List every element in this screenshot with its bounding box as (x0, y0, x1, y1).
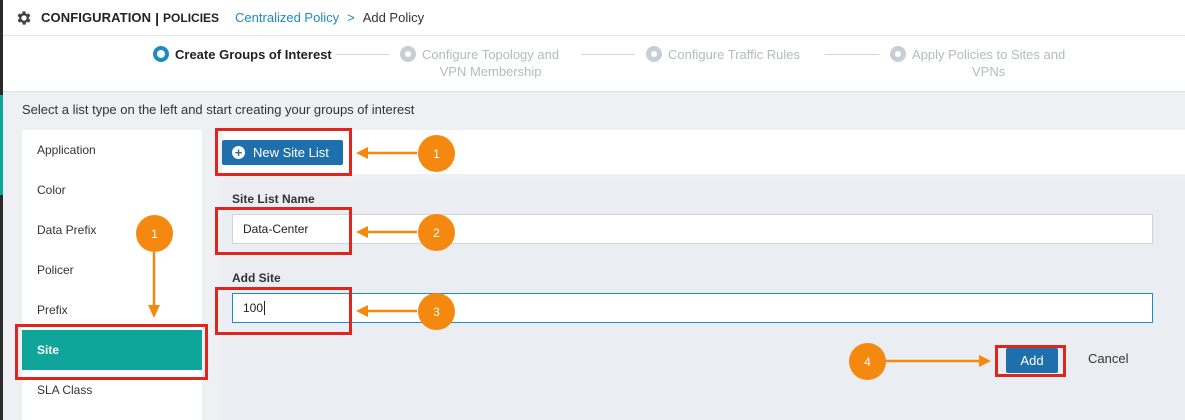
add-site-input[interactable]: 100 (232, 293, 1153, 323)
instruction-text: Select a list type on the left and start… (22, 102, 415, 117)
breadcrumb-current: Add Policy (362, 10, 425, 25)
highlight-add-button (995, 345, 1066, 377)
wizard-steps: Create Groups of Interest Configure Topo… (3, 36, 1185, 92)
add-site-label: Add Site (232, 271, 281, 285)
annotation-badge: 3 (418, 293, 455, 330)
highlight-add-site (215, 287, 352, 335)
breadcrumb-arrow: > (347, 10, 355, 25)
step-configure-traffic[interactable]: Configure Traffic Rules (646, 46, 800, 63)
sidebar-item-application[interactable]: Application (22, 130, 202, 170)
step-label-line2: VPNs (971, 64, 1006, 79)
step-create-groups[interactable]: Create Groups of Interest (153, 46, 332, 63)
highlight-sidebar-site (15, 324, 208, 380)
step-configure-topology[interactable]: Configure Topology and VPN Membership (400, 46, 559, 80)
step-connector (581, 54, 635, 55)
window-edge-accent (0, 95, 3, 195)
step-label: Apply Policies to Sites and (912, 47, 1066, 62)
annotation-badge: 4 (849, 343, 886, 380)
site-list-name-label: Site List Name (232, 192, 315, 206)
section-title: POLICIES (163, 10, 220, 25)
step-label: Create Groups of Interest (175, 47, 332, 62)
step-inactive-icon (400, 46, 416, 62)
step-connector (335, 54, 389, 55)
step-label: Configure Traffic Rules (668, 47, 800, 62)
step-label-group: Configure Topology and VPN Membership (422, 46, 559, 80)
step-label-line2: VPN Membership (439, 64, 542, 79)
step-apply-policies[interactable]: Apply Policies to Sites and VPNs (890, 46, 1065, 80)
breadcrumb-centralized-policy[interactable]: Centralized Policy (235, 10, 339, 25)
annotation-badge: 2 (418, 214, 455, 251)
highlight-new-site-list (215, 128, 352, 176)
annotation-badge: 1 (418, 135, 455, 172)
step-inactive-icon (890, 46, 906, 62)
gear-icon (17, 10, 31, 25)
sidebar-item-data-prefix[interactable]: Data Prefix (22, 210, 202, 250)
top-bar: CONFIGURATION | POLICIES Centralized Pol… (3, 0, 1185, 36)
step-active-icon (153, 46, 169, 62)
highlight-site-list-name (215, 207, 352, 255)
title-separator: | (155, 9, 160, 26)
step-connector (825, 54, 879, 55)
step-label-group: Apply Policies to Sites and VPNs (912, 46, 1065, 80)
annotation-badge: 1 (136, 215, 173, 252)
step-label: Configure Topology and (422, 47, 560, 62)
sidebar-item-color[interactable]: Color (22, 170, 202, 210)
list-toolbar: + New Site List (222, 130, 1185, 174)
step-inactive-icon (646, 46, 662, 62)
page-title: CONFIGURATION (41, 10, 152, 25)
cancel-button[interactable]: Cancel (1088, 351, 1128, 366)
sidebar-item-policer[interactable]: Policer (22, 250, 202, 290)
site-list-name-input[interactable]: Data-Center (232, 214, 1153, 244)
site-list-form: Site List Name Data-Center Add Site 100 … (222, 182, 1185, 420)
